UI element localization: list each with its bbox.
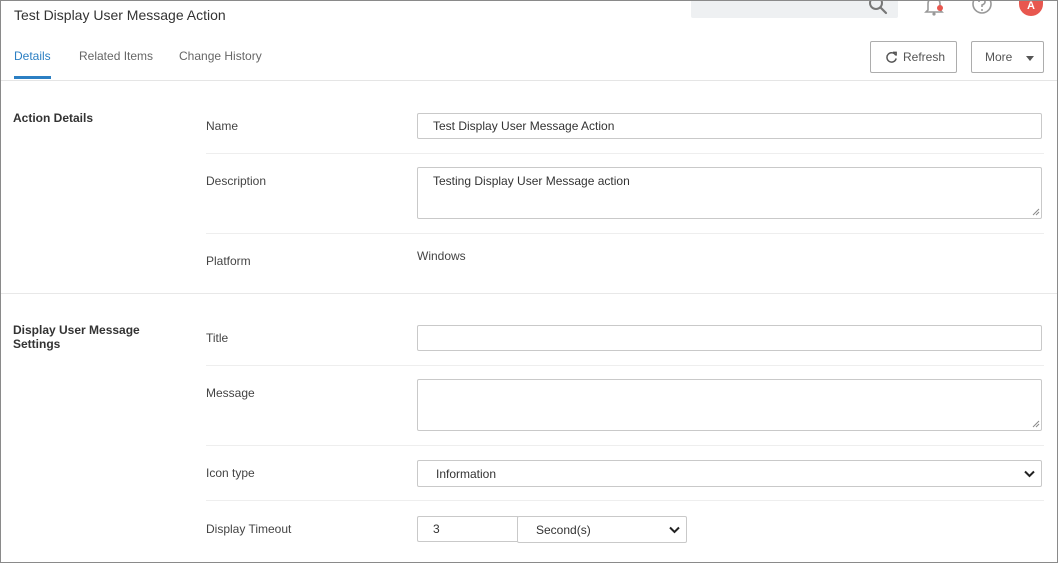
user-avatar[interactable]: A xyxy=(1019,1,1043,16)
more-button[interactable]: More xyxy=(971,41,1044,73)
page-title: Test Display User Message Action xyxy=(14,7,226,23)
timeout-unit-selected-value: Second(s) xyxy=(536,522,591,537)
row-divider xyxy=(206,500,1044,501)
refresh-icon xyxy=(886,51,897,63)
icon-type-label: Icon type xyxy=(206,466,255,480)
app-window: Test Display User Message Action A Detai… xyxy=(0,0,1058,563)
row-divider xyxy=(206,445,1044,446)
chevron-down-icon xyxy=(1024,470,1035,478)
name-input[interactable] xyxy=(417,113,1042,139)
caret-down-icon xyxy=(1026,55,1035,61)
section-label-display-user-message-settings: Display User Message Settings xyxy=(13,323,140,351)
tab-related-items[interactable]: Related Items xyxy=(79,49,153,63)
display-timeout-label: Display Timeout xyxy=(206,522,292,536)
resize-grip-icon[interactable] xyxy=(1032,420,1040,428)
description-textarea[interactable]: Testing Display User Message action xyxy=(417,167,1042,219)
resize-grip-icon[interactable] xyxy=(1032,208,1040,216)
search-icon[interactable] xyxy=(868,1,888,18)
icon-type-select[interactable]: Information xyxy=(417,460,1042,487)
row-divider xyxy=(206,153,1044,154)
bell-icon[interactable] xyxy=(923,1,945,20)
description-label: Description xyxy=(206,174,267,188)
refresh-button-label: Refresh xyxy=(903,50,946,64)
timeout-value-input[interactable] xyxy=(417,516,518,542)
section-label-line1: Display User Message xyxy=(13,323,140,337)
section-label-line2: Settings xyxy=(13,337,61,351)
refresh-button[interactable]: Refresh xyxy=(870,41,957,73)
timeout-unit-select[interactable]: Second(s) xyxy=(517,516,687,543)
section-label-action-details: Action Details xyxy=(13,111,94,125)
message-textarea[interactable] xyxy=(417,379,1042,431)
section-divider xyxy=(1,293,1057,294)
platform-label: Platform xyxy=(206,254,251,268)
more-button-label: More xyxy=(985,50,1013,64)
tab-change-history[interactable]: Change History xyxy=(179,49,262,63)
tab-details[interactable]: Details xyxy=(14,49,51,63)
message-label: Message xyxy=(206,386,255,400)
name-label: Name xyxy=(206,119,239,133)
tabs-divider xyxy=(1,80,1057,81)
title-input[interactable] xyxy=(417,325,1042,351)
row-divider xyxy=(206,365,1044,366)
row-divider xyxy=(206,233,1044,234)
help-icon[interactable] xyxy=(971,1,993,20)
active-tab-indicator xyxy=(14,76,51,79)
platform-value: Windows xyxy=(417,249,466,263)
chevron-down-icon xyxy=(669,526,680,534)
icon-type-selected-value: Information xyxy=(436,466,497,481)
title-label: Title xyxy=(206,331,229,345)
global-search-field[interactable] xyxy=(691,1,898,18)
